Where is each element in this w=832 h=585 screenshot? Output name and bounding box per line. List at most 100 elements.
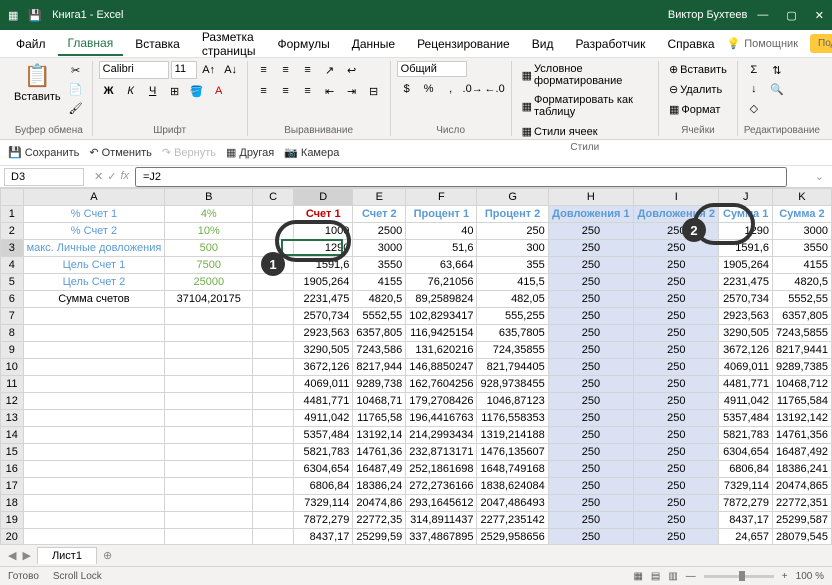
cell-F13[interactable]: 196,4416763 — [406, 410, 477, 427]
cell-D4[interactable]: 1591,6 — [294, 257, 353, 274]
orientation-button[interactable]: ↗ — [320, 61, 340, 79]
cell-E18[interactable]: 20474,86 — [353, 495, 406, 512]
cell-E14[interactable]: 13192,14 — [353, 427, 406, 444]
qat-save-button[interactable]: 💾Сохранить — [8, 146, 79, 159]
row-header-16[interactable]: 16 — [1, 461, 24, 478]
name-box[interactable] — [4, 168, 84, 186]
tab-insert[interactable]: Вставка — [125, 33, 190, 55]
cell-D12[interactable]: 4481,771 — [294, 393, 353, 410]
cell-D6[interactable]: 2231,475 — [294, 291, 353, 308]
align-right-button[interactable]: ≡ — [298, 82, 318, 100]
increase-font-button[interactable]: A↑ — [199, 61, 219, 79]
assistant-label[interactable]: Помощник — [744, 38, 798, 50]
cell-I5[interactable]: 250 — [634, 274, 719, 291]
cell-D18[interactable]: 7329,114 — [294, 495, 353, 512]
cell-J3[interactable]: 1591,6 — [719, 240, 773, 257]
cell-H5[interactable]: 250 — [548, 274, 633, 291]
cell-I16[interactable]: 250 — [634, 461, 719, 478]
cell-C9[interactable] — [253, 342, 294, 359]
row-header-3[interactable]: 3 — [1, 240, 24, 257]
cell-A2[interactable]: % Счет 2 — [23, 223, 165, 240]
row-header-19[interactable]: 19 — [1, 512, 24, 529]
minimize-button[interactable]: — — [757, 9, 768, 22]
col-header-J[interactable]: J — [719, 189, 773, 206]
cell-C4[interactable] — [253, 257, 294, 274]
autosum-button[interactable]: Σ — [744, 61, 764, 79]
cell-A4[interactable]: Цель Счет 1 — [23, 257, 165, 274]
cell-A12[interactable] — [23, 393, 165, 410]
cell-D5[interactable]: 1905,264 — [294, 274, 353, 291]
cell-A17[interactable] — [23, 478, 165, 495]
cell-C5[interactable] — [253, 274, 294, 291]
tab-help[interactable]: Справка — [657, 33, 724, 55]
delete-cells-button[interactable]: ⊖Удалить — [665, 81, 726, 98]
fill-color-button[interactable]: 🪣 — [187, 82, 207, 100]
font-size-select[interactable]: 11 — [171, 61, 197, 79]
cell-G9[interactable]: 724,35855 — [477, 342, 548, 359]
cell-K19[interactable]: 25299,587 — [772, 512, 831, 529]
select-all-button[interactable] — [1, 189, 24, 206]
row-header-6[interactable]: 6 — [1, 291, 24, 308]
format-cells-button[interactable]: ▦Формат — [665, 101, 724, 118]
fill-button[interactable]: ↓ — [744, 80, 764, 98]
cell-H8[interactable]: 250 — [548, 325, 633, 342]
bold-button[interactable]: Ж — [99, 82, 119, 100]
cell-I20[interactable]: 250 — [634, 529, 719, 545]
decrease-font-button[interactable]: A↓ — [221, 61, 241, 79]
cell-B3[interactable]: 500 — [165, 240, 253, 257]
merge-button[interactable]: ⊟ — [364, 82, 384, 100]
cell-C20[interactable] — [253, 529, 294, 545]
cell-B2[interactable]: 10% — [165, 223, 253, 240]
cell-F1[interactable]: Процент 1 — [406, 206, 477, 223]
cell-A18[interactable] — [23, 495, 165, 512]
cell-K7[interactable]: 6357,805 — [772, 308, 831, 325]
row-header-2[interactable]: 2 — [1, 223, 24, 240]
cell-H11[interactable]: 250 — [548, 376, 633, 393]
cell-A14[interactable] — [23, 427, 165, 444]
cell-J10[interactable]: 4069,011 — [719, 359, 773, 376]
cell-G13[interactable]: 1176,558353 — [477, 410, 548, 427]
cell-F17[interactable]: 272,2736166 — [406, 478, 477, 495]
cell-E7[interactable]: 5552,55 — [353, 308, 406, 325]
cell-F6[interactable]: 89,2589824 — [406, 291, 477, 308]
cell-B4[interactable]: 7500 — [165, 257, 253, 274]
paste-button[interactable]: 📋 Вставить — [12, 61, 63, 105]
new-sheet-button[interactable]: ⊕ — [103, 549, 112, 562]
tab-file[interactable]: Файл — [6, 33, 56, 55]
cell-I13[interactable]: 250 — [634, 410, 719, 427]
row-header-18[interactable]: 18 — [1, 495, 24, 512]
cell-K14[interactable]: 14761,356 — [772, 427, 831, 444]
col-header-E[interactable]: E — [353, 189, 406, 206]
cell-I11[interactable]: 250 — [634, 376, 719, 393]
cell-A1[interactable]: % Счет 1 — [23, 206, 165, 223]
row-header-1[interactable]: 1 — [1, 206, 24, 223]
cell-A10[interactable] — [23, 359, 165, 376]
cell-H7[interactable]: 250 — [548, 308, 633, 325]
sheet-nav-prev[interactable]: ◀ — [8, 549, 16, 562]
cell-C17[interactable] — [253, 478, 294, 495]
cell-J13[interactable]: 5357,484 — [719, 410, 773, 427]
cell-G15[interactable]: 1476,135607 — [477, 444, 548, 461]
cell-H19[interactable]: 250 — [548, 512, 633, 529]
cell-H18[interactable]: 250 — [548, 495, 633, 512]
cell-A6[interactable]: Сумма счетов — [23, 291, 165, 308]
cell-C14[interactable] — [253, 427, 294, 444]
cancel-formula-button[interactable]: ✕ — [94, 170, 103, 183]
cell-A7[interactable] — [23, 308, 165, 325]
cell-J4[interactable]: 1905,264 — [719, 257, 773, 274]
cell-J12[interactable]: 4911,042 — [719, 393, 773, 410]
cell-G5[interactable]: 415,5 — [477, 274, 548, 291]
cell-D10[interactable]: 3672,126 — [294, 359, 353, 376]
cell-G8[interactable]: 635,7805 — [477, 325, 548, 342]
cell-F8[interactable]: 116,9425154 — [406, 325, 477, 342]
tab-review[interactable]: Рецензирование — [407, 33, 520, 55]
cell-C12[interactable] — [253, 393, 294, 410]
cell-A16[interactable] — [23, 461, 165, 478]
cell-H6[interactable]: 250 — [548, 291, 633, 308]
cell-F15[interactable]: 232,8713171 — [406, 444, 477, 461]
view-page-button[interactable]: ▤ — [651, 571, 660, 582]
increase-indent-button[interactable]: ⇥ — [342, 82, 362, 100]
cell-H13[interactable]: 250 — [548, 410, 633, 427]
col-header-D[interactable]: D — [294, 189, 353, 206]
sheet-tab[interactable]: Лист1 — [37, 547, 97, 564]
